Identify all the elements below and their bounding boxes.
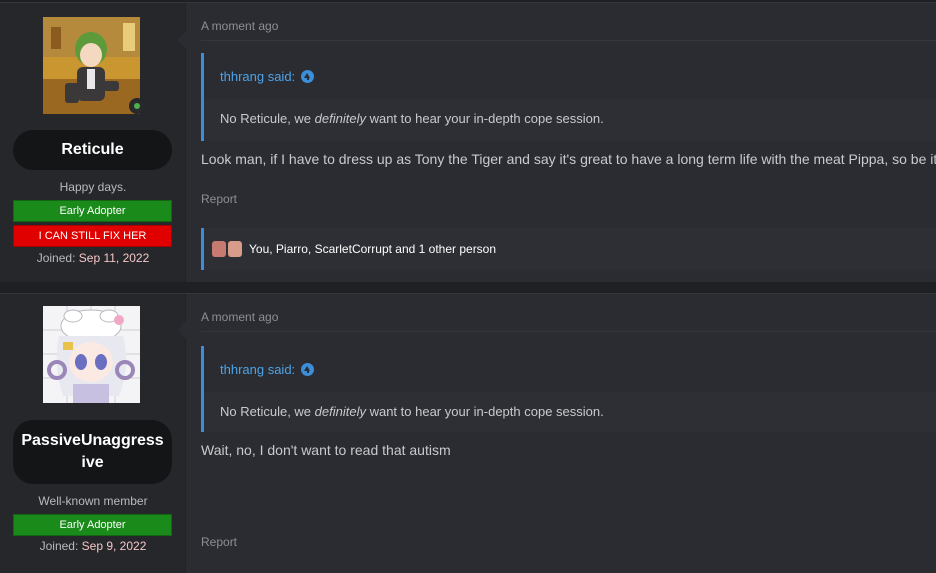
- quote-block: thhrang said: No Reticule, we definitely…: [201, 346, 936, 432]
- quote-author[interactable]: thhrang said:: [220, 362, 295, 377]
- joined-label: Joined:: [36, 251, 76, 265]
- reaction-avatars-icon: [212, 241, 244, 257]
- user-title: Happy days.: [59, 180, 127, 194]
- post-timestamp[interactable]: A moment ago: [201, 310, 278, 324]
- username[interactable]: Reticule: [13, 130, 172, 170]
- quote-text-part: No Reticule, we: [220, 404, 315, 419]
- quote-author[interactable]: thhrang said:: [220, 69, 295, 84]
- quote-text: No Reticule, we definitely want to hear …: [220, 111, 604, 126]
- post-arrow: [177, 321, 186, 339]
- quote-text-emphasis: definitely: [314, 404, 366, 419]
- quote-header[interactable]: thhrang said:: [204, 53, 936, 99]
- post-separator: [0, 282, 936, 293]
- user-banner: Early Adopter: [13, 200, 172, 222]
- user-banner: Early Adopter: [13, 514, 172, 536]
- arrow-up-circle-icon[interactable]: [301, 362, 315, 376]
- quote-text-emphasis: definitely: [314, 111, 366, 126]
- avatar[interactable]: [43, 306, 140, 403]
- divider: [201, 331, 936, 332]
- user-title: Well-known member: [38, 494, 148, 508]
- quote-block: thhrang said: No Reticule, we definitely…: [201, 53, 936, 141]
- online-user-icon: [129, 98, 145, 114]
- reactions-bar[interactable]: You, Piarro, ScarletCorrupt and 1 other …: [201, 228, 936, 270]
- post: Reticule Happy days. Early Adopter I CAN…: [0, 2, 936, 282]
- reactions-text[interactable]: You, Piarro, ScarletCorrupt and 1 other …: [249, 242, 496, 256]
- quote-text: No Reticule, we definitely want to hear …: [220, 404, 604, 419]
- post-arrow: [177, 31, 186, 49]
- divider: [201, 40, 936, 41]
- report-link[interactable]: Report: [201, 535, 237, 549]
- avatar[interactable]: [43, 17, 140, 114]
- quote-text-part: No Reticule, we: [220, 111, 315, 126]
- post-main: A moment ago thhrang said: No Reticule, …: [187, 294, 936, 573]
- quote-text-part: want to hear your in-depth cope session.: [365, 111, 604, 126]
- quote-header[interactable]: thhrang said:: [204, 346, 936, 392]
- arrow-up-circle-icon[interactable]: [301, 69, 315, 83]
- post-timestamp[interactable]: A moment ago: [201, 19, 278, 33]
- joined-date: Sep 11, 2022: [78, 251, 150, 265]
- post: PassiveUnaggressive Well-known member Ea…: [0, 293, 936, 573]
- username[interactable]: PassiveUnaggressive: [13, 420, 172, 484]
- quote-text-part: want to hear your in-depth cope session.: [365, 404, 604, 419]
- report-link[interactable]: Report: [201, 192, 237, 206]
- joined-date: Sep 9, 2022: [81, 539, 147, 553]
- joined-label: Joined:: [39, 539, 79, 553]
- post-message: Wait, no, I don't want to read that auti…: [201, 442, 451, 458]
- post-main: A moment ago thhrang said: No Reticule, …: [187, 3, 936, 282]
- joined-info: Joined: Sep 9, 2022: [0, 539, 186, 553]
- post-message: Look man, if I have to dress up as Tony …: [201, 151, 936, 167]
- joined-info: Joined: Sep 11, 2022: [0, 251, 186, 265]
- user-cell: Reticule Happy days. Early Adopter I CAN…: [0, 3, 186, 282]
- user-cell: PassiveUnaggressive Well-known member Ea…: [0, 294, 186, 573]
- user-banner: I CAN STILL FIX HER: [13, 225, 172, 247]
